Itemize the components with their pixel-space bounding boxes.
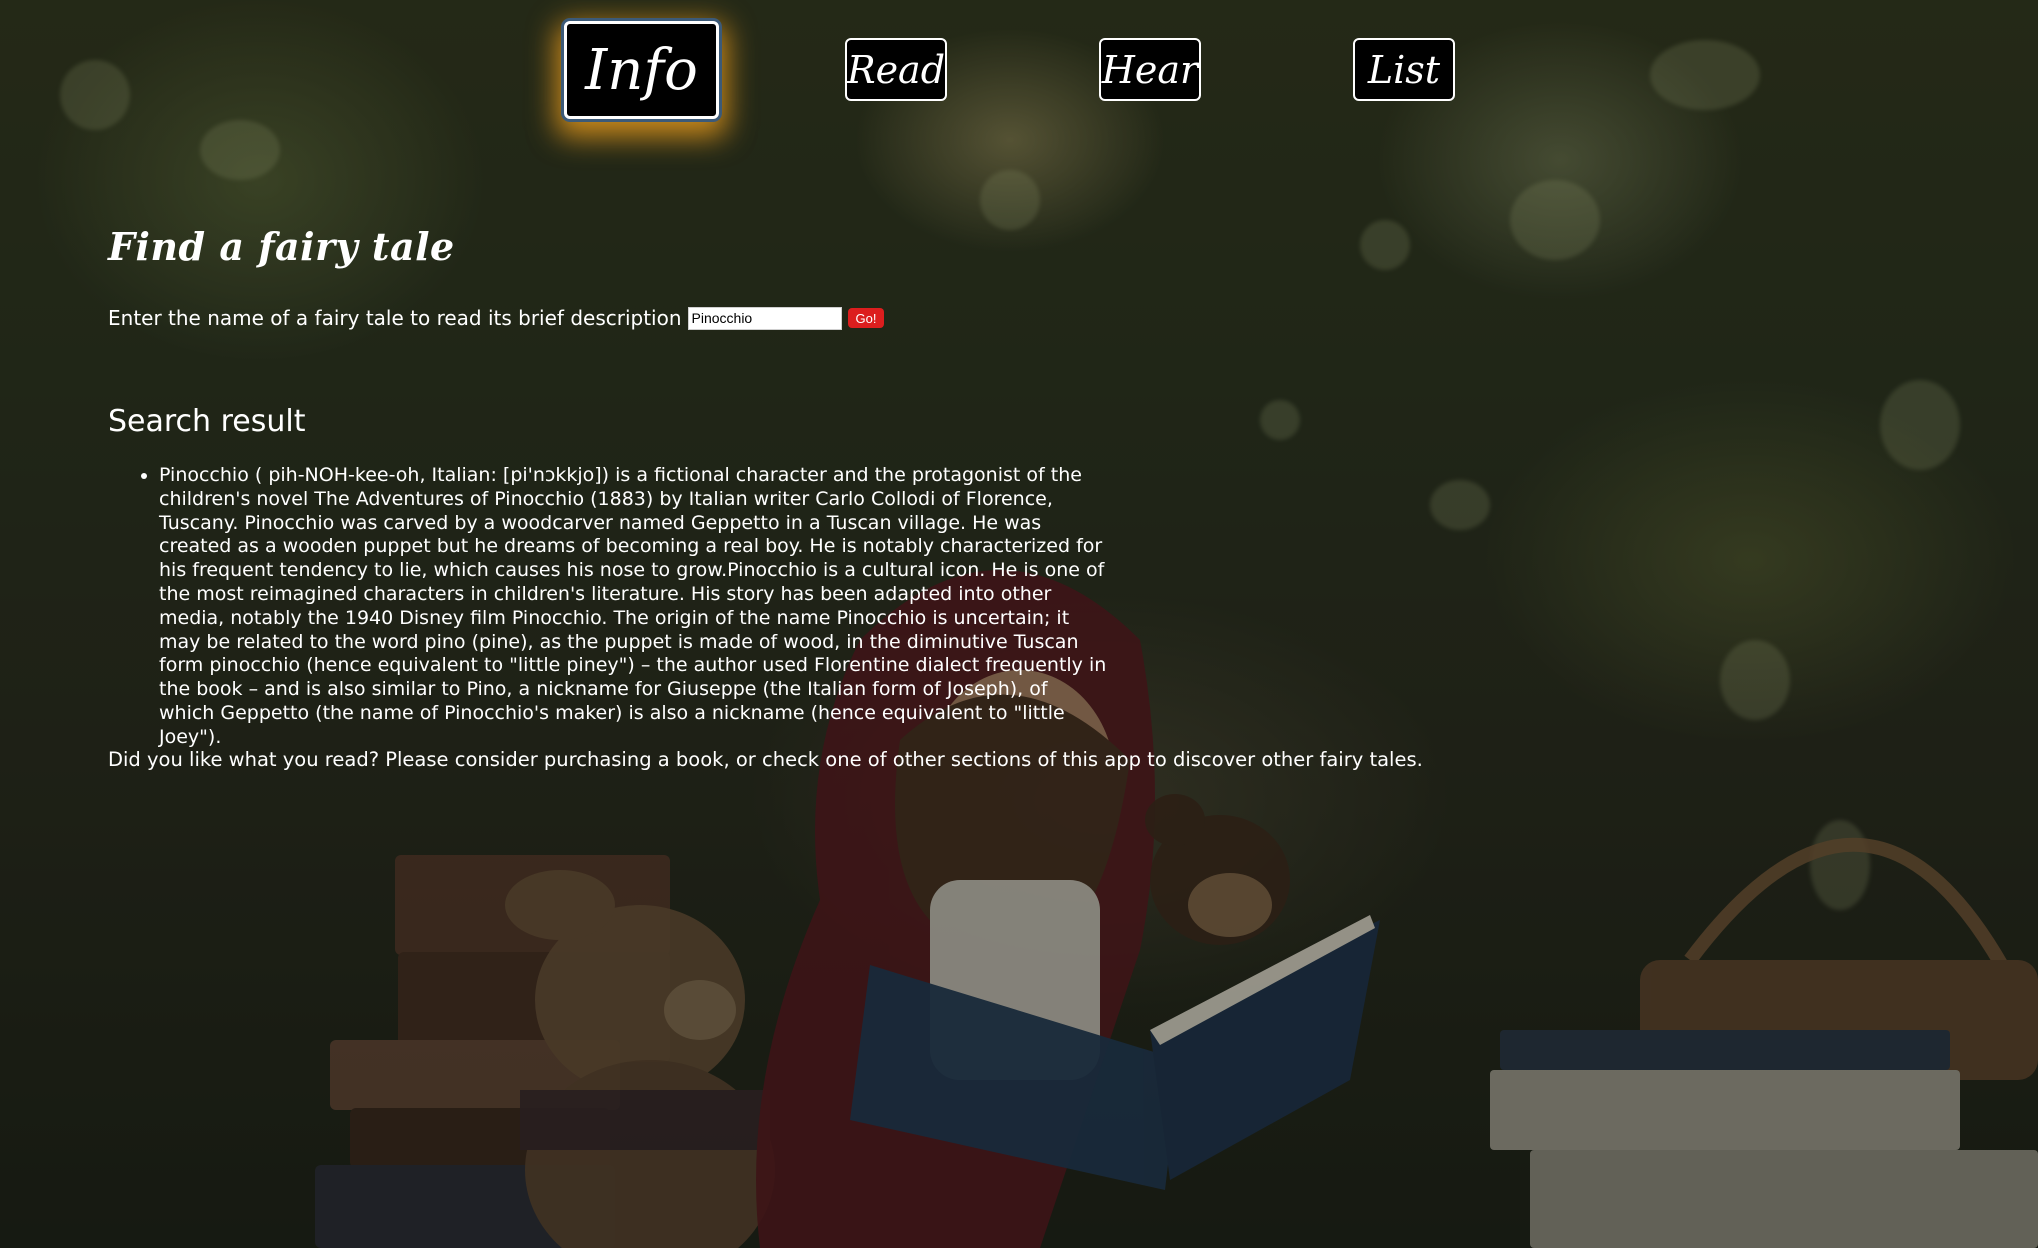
find-fairy-tale-heading: Find a fairy tale [108, 224, 455, 269]
search-form: Enter the name of a fairy tale to read i… [108, 302, 885, 334]
nav-list-button[interactable]: List [1353, 38, 1455, 101]
search-result-item: Pinocchio ( pih-NOH-kee-oh, Italian: [pi… [159, 464, 1108, 750]
nav-info-label: Info [585, 37, 698, 103]
search-input[interactable] [687, 306, 842, 330]
search-result-heading: Search result [108, 404, 306, 439]
search-label: Enter the name of a fairy tale to read i… [108, 306, 682, 330]
nav-hear-button[interactable]: Hear [1099, 38, 1201, 101]
nav-info-button[interactable]: Info [564, 21, 719, 119]
closing-message: Did you like what you read? Please consi… [108, 748, 1423, 771]
nav-hear-label: Hear [1101, 47, 1199, 92]
search-result-list: Pinocchio ( pih-NOH-kee-oh, Italian: [pi… [108, 464, 1108, 750]
go-button[interactable]: Go! [847, 308, 885, 328]
nav-read-label: Read [846, 47, 946, 92]
nav-read-button[interactable]: Read [845, 38, 947, 101]
nav-list-label: List [1367, 47, 1441, 92]
